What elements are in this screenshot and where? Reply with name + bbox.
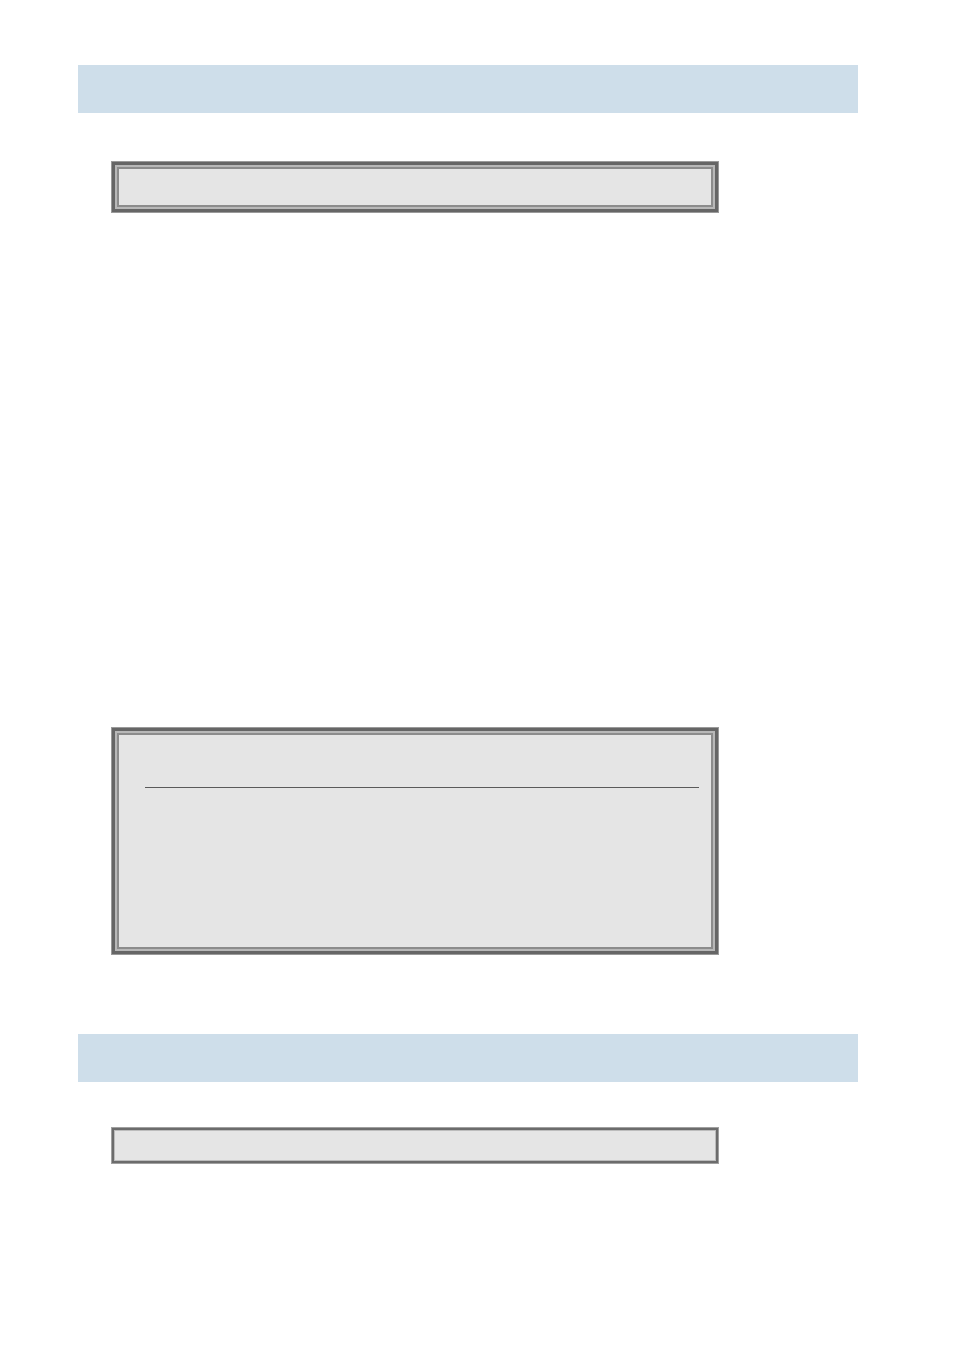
section-heading-band (78, 1034, 858, 1082)
divider-line (145, 787, 699, 788)
code-panel (112, 728, 718, 954)
code-panel (112, 162, 718, 212)
section-heading-band (78, 65, 858, 113)
code-panel (112, 1128, 718, 1163)
document-page (0, 0, 954, 1350)
